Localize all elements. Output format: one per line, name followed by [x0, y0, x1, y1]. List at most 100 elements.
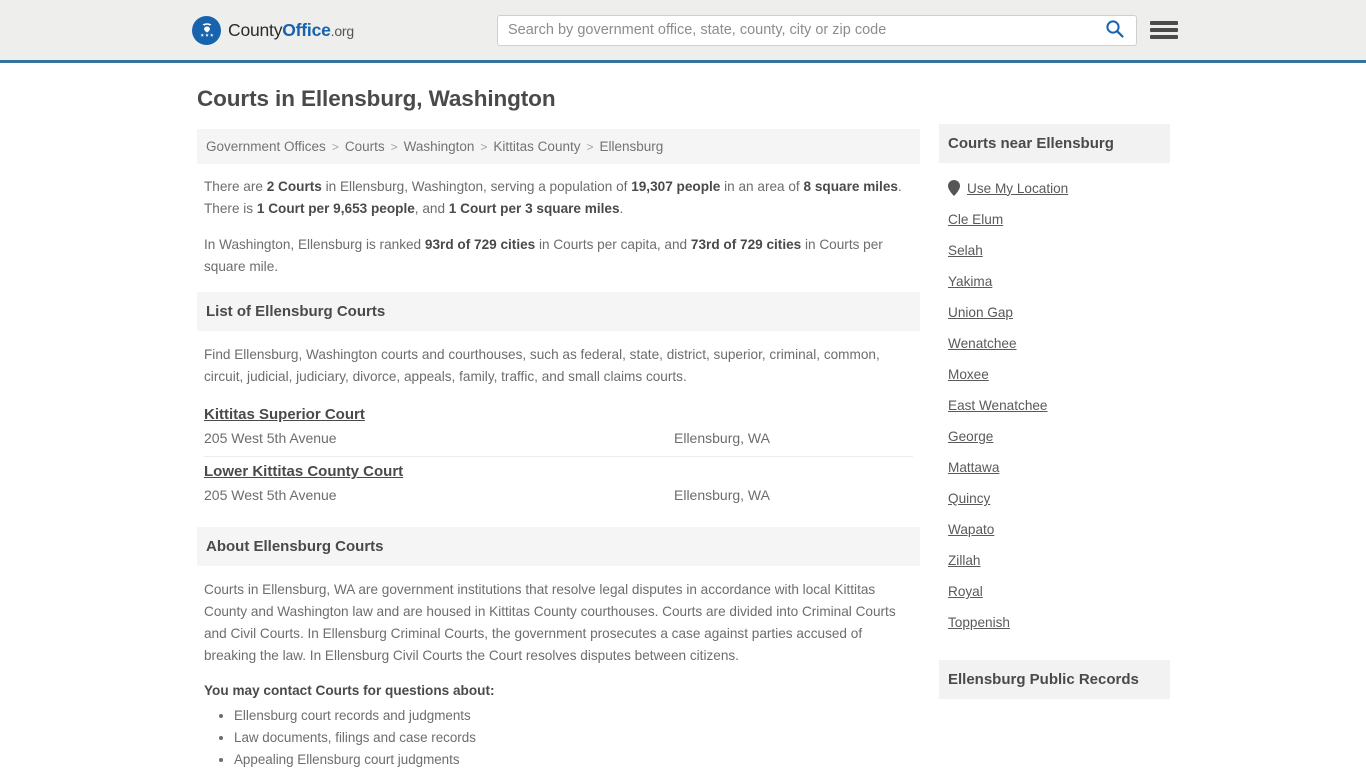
intro-paragraph-1: There are 2 Courts in Ellensburg, Washin… [204, 176, 913, 220]
sidebar-item-union-gap[interactable]: Union Gap [948, 297, 1161, 328]
sidebar-city-link[interactable]: George [948, 429, 993, 444]
court-list: Kittitas Superior Court 205 West 5th Aven… [197, 400, 920, 513]
use-my-location-link[interactable]: Use My Location [967, 181, 1068, 196]
contact-topics-list: Ellensburg court records and judgmentsLa… [197, 706, 920, 768]
sidebar-city-link[interactable]: Quincy [948, 491, 990, 506]
stat-value: 1 Court per 3 square miles [448, 201, 620, 217]
sidebar-item-selah[interactable]: Selah [948, 235, 1161, 266]
list-section-heading: List of Ellensburg Courts [197, 292, 920, 332]
sidebar-city-link[interactable]: Union Gap [948, 305, 1013, 320]
stat-value: 73rd of 729 cities [690, 237, 802, 253]
sidebar-item-yakima[interactable]: Yakima [948, 266, 1161, 297]
sidebar-city-link[interactable]: Royal [948, 584, 983, 599]
breadcrumb-item-3[interactable]: Kittitas County [493, 139, 580, 154]
stat-value: 8 square miles [803, 179, 898, 194]
court-city: Ellensburg, WA [674, 487, 770, 504]
sidebar-city-link[interactable]: Cle Elum [948, 212, 1003, 227]
intro-text: in Ellensburg, Washington, serving a pop… [321, 179, 632, 194]
sidebar-city-link[interactable]: Moxee [948, 367, 989, 382]
stat-value: 93rd of 729 cities [424, 237, 536, 253]
breadcrumb-separator: > [390, 139, 398, 154]
search-input[interactable] [498, 15, 1101, 45]
sidebar-city-link[interactable]: Yakima [948, 274, 992, 289]
about-section-heading: About Ellensburg Courts [197, 527, 920, 567]
about-section-body: Courts in Ellensburg, WA are government … [197, 566, 920, 667]
sidebar-city-link[interactable]: Toppenish [948, 615, 1010, 630]
search-button[interactable] [1101, 19, 1136, 41]
court-name-link[interactable]: Kittitas Superior Court [204, 406, 365, 423]
sidebar-item-wenatchee[interactable]: Wenatchee [948, 328, 1161, 359]
breadcrumb-separator: > [480, 139, 488, 154]
sidebar-item-zillah[interactable]: Zillah [948, 545, 1161, 576]
breadcrumb: Government Offices > Courts > Washington > Kit… [197, 129, 920, 164]
court-row: Kittitas Superior Court 205 West 5th Aven… [204, 400, 913, 458]
sidebar-city-link[interactable]: Zillah [948, 553, 980, 568]
intro-paragraph-2: In Washington, Ellensburg is ranked 93rd… [204, 234, 913, 278]
page-title: Courts in Ellensburg, Washington [197, 86, 556, 111]
brand-wordmark: CountyOffice.org [228, 20, 354, 41]
sidebar-item-moxee[interactable]: Moxee [948, 359, 1161, 390]
sidebar-item-quincy[interactable]: Quincy [948, 483, 1161, 514]
court-meta: 205 West 5th Avenue Ellensburg, WA [204, 430, 913, 446]
sidebar-city-link[interactable]: Mattawa [948, 460, 999, 475]
court-address: 205 West 5th Avenue [204, 487, 337, 504]
court-row: Lower Kittitas County Court 205 West 5th … [204, 457, 913, 513]
search-bar[interactable] [497, 14, 1137, 46]
sidebar-nearby-heading: Courts near Ellensburg [939, 124, 1170, 163]
sidebar-city-list: Use My Location Cle Elum Selah Yakima Union… [939, 163, 1170, 638]
sidebar-city-link[interactable]: Wapato [948, 522, 994, 537]
sidebar-item-use-my-location[interactable]: Use My Location [948, 172, 1161, 204]
sidebar-item-east-wenatchee[interactable]: East Wenatchee [948, 390, 1161, 421]
site-header: CountyOffice.org [0, 0, 1366, 63]
intro-text: . [619, 201, 624, 217]
intro-text: There are [204, 179, 267, 194]
map-pin-icon [948, 180, 960, 196]
breadcrumb-separator: > [331, 139, 339, 154]
sidebar-city-link[interactable]: Selah [948, 243, 983, 258]
contact-topic-item: Law documents, filings and case records [234, 728, 920, 748]
site-logo[interactable]: CountyOffice.org [192, 15, 354, 45]
court-meta: 205 West 5th Avenue Ellensburg, WA [204, 487, 913, 503]
sidebar-item-toppenish[interactable]: Toppenish [948, 607, 1161, 638]
menu-bar-2 [1150, 28, 1178, 32]
contact-topic-item: Ellensburg court records and judgments [234, 706, 920, 726]
main-content: Courts in Ellensburg, Washington Governm… [197, 86, 920, 768]
sidebar-records-heading: Ellensburg Public Records [939, 660, 1170, 699]
menu-bar-3 [1150, 35, 1178, 39]
sidebar-item-royal[interactable]: Royal [948, 576, 1161, 607]
breadcrumb-item-0[interactable]: Government Offices [206, 139, 326, 154]
search-icon [1105, 19, 1124, 41]
sidebar-item-cle-elum[interactable]: Cle Elum [948, 204, 1161, 235]
court-name-link[interactable]: Lower Kittitas County Court [204, 463, 403, 480]
court-city: Ellensburg, WA [674, 430, 770, 447]
sidebar-city-link[interactable]: Wenatchee [948, 336, 1017, 351]
intro-text: in Courts per capita, and [535, 237, 691, 253]
list-section-body: Find Ellensburg, Washington courts and c… [197, 331, 920, 388]
stat-value: 19,307 people [631, 179, 721, 194]
hamburger-menu-icon[interactable] [1150, 18, 1178, 42]
court-address: 205 West 5th Avenue [204, 430, 337, 447]
brand-office: Office [282, 19, 331, 40]
intro-statistics: There are 2 Courts in Ellensburg, Washin… [197, 164, 920, 278]
sidebar-item-mattawa[interactable]: Mattawa [948, 452, 1161, 483]
contact-lead: You may contact Courts for questions abo… [204, 683, 495, 699]
intro-text: in an area of [720, 179, 804, 194]
sidebar-city-link[interactable]: East Wenatchee [948, 398, 1048, 413]
brand-county: County [228, 19, 283, 40]
contact-topic-item: Appealing Ellensburg court judgments [234, 750, 920, 768]
stat-value: 2 Courts [266, 179, 322, 194]
breadcrumb-item-4[interactable]: Ellensburg [599, 139, 663, 154]
stat-value: 1 Court per 9,653 people [256, 201, 415, 217]
eagle-shield-icon [192, 15, 221, 45]
sidebar-item-george[interactable]: George [948, 421, 1161, 452]
brand-org: .org [330, 22, 355, 39]
sidebar-item-wapato[interactable]: Wapato [948, 514, 1161, 545]
intro-text: , and [414, 201, 449, 217]
intro-text: In Washington, Ellensburg is ranked [204, 237, 425, 253]
list-section-description: Find Ellensburg, Washington courts and c… [204, 347, 880, 385]
breadcrumb-item-1[interactable]: Courts [345, 139, 385, 154]
about-section-text: Courts in Ellensburg, WA are government … [204, 582, 896, 664]
menu-bar-1 [1150, 21, 1178, 25]
breadcrumb-separator: > [586, 139, 594, 154]
breadcrumb-item-2[interactable]: Washington [404, 139, 475, 154]
